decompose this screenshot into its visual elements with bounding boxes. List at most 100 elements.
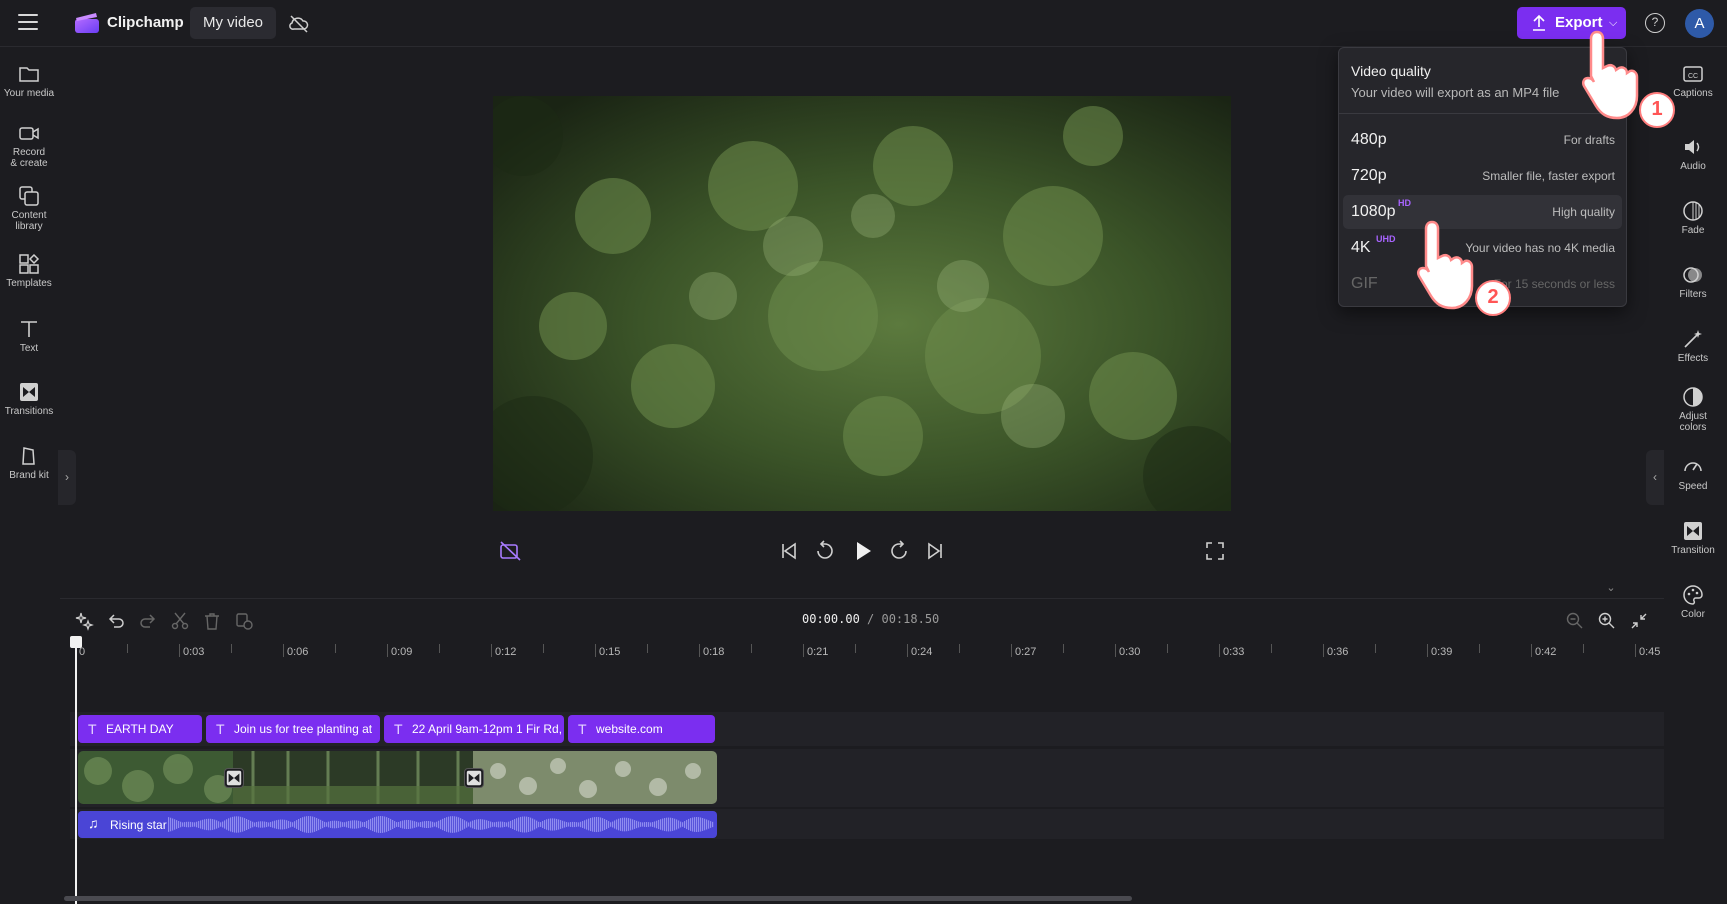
waveform-bar <box>412 820 414 829</box>
fullscreen-icon[interactable] <box>1202 538 1228 564</box>
sidebar-item-templates[interactable]: Templates <box>0 253 58 289</box>
waveform-bar <box>374 817 376 832</box>
sidebar-item-transitions[interactable]: Transitions <box>0 381 58 417</box>
text-clip[interactable]: T 22 April 9am-12pm 1 Fir Rd, <box>384 715 564 743</box>
ruler-tick <box>1427 644 1428 657</box>
play-icon[interactable] <box>850 538 876 564</box>
video-preview[interactable] <box>493 96 1231 511</box>
cloud-sync-off-icon[interactable] <box>288 13 310 35</box>
waveform-bar <box>586 819 588 830</box>
quality-option-720p[interactable]: 720p Smaller file, faster export <box>1343 159 1622 193</box>
waveform-bar <box>536 820 538 829</box>
waveform-bar <box>494 822 496 827</box>
waveform-bar <box>364 821 366 828</box>
waveform-bar <box>656 820 658 829</box>
sidebar-item-fade[interactable]: Fade <box>1664 200 1722 236</box>
sidebar-item-audio[interactable]: Audio <box>1664 136 1722 172</box>
waveform-bar <box>472 820 474 829</box>
waveform-bar <box>564 821 566 828</box>
timeline-toolbar: 00:00.00 / 00:18.50 <box>60 598 1664 640</box>
waveform-bar <box>632 819 634 830</box>
waveform-bar <box>690 818 692 831</box>
ruler-label: 0:36 <box>1327 646 1349 658</box>
transition-icon[interactable] <box>224 768 244 788</box>
waveform-bar <box>242 817 244 832</box>
quality-label: 480p <box>1351 131 1387 148</box>
waveform-bar <box>254 822 256 827</box>
quality-description: High quality <box>1552 205 1615 219</box>
skip-to-end-icon[interactable] <box>922 538 948 564</box>
sidebar-item-brand-kit[interactable]: Brand kit <box>0 445 58 481</box>
waveform-bar <box>624 817 626 832</box>
sidebar-item-speed[interactable]: Speed <box>1664 456 1722 492</box>
waveform-bar <box>688 818 690 831</box>
sidebar-item-adjust-colors[interactable]: Adjust colors <box>1664 386 1722 433</box>
waveform-bar <box>266 821 268 828</box>
ruler-label: 0:18 <box>703 646 725 658</box>
chevron-down-icon[interactable]: ⌄ <box>1602 581 1620 595</box>
waveform-bar <box>386 817 388 832</box>
timeline-ruler[interactable]: 0 0:03 0:06 0:09 0:12 0:15 0:18 0:21 0:24 0:27 0:3… <box>70 640 1664 666</box>
text-clip[interactable]: T Join us for tree planting at <box>206 715 380 743</box>
transitions-icon <box>20 383 38 401</box>
sidebar-item-record-create[interactable]: Record & create <box>0 122 58 169</box>
playhead-handle[interactable] <box>70 636 82 648</box>
hamburger-menu-icon[interactable] <box>18 14 38 32</box>
magic-edit-icon[interactable] <box>74 611 94 631</box>
delete-icon[interactable] <box>202 611 222 631</box>
text-clip[interactable]: Twebsite.com <box>568 715 715 743</box>
waveform-bar <box>210 818 212 831</box>
sidebar-item-transition[interactable]: Transition <box>1664 520 1722 556</box>
ruler-label: 0:45 <box>1639 646 1661 658</box>
project-name-field[interactable]: My video <box>190 7 277 39</box>
waveform-bar <box>440 819 442 830</box>
waveform-bar <box>188 821 190 828</box>
waveform-bar <box>174 819 176 830</box>
waveform-bar <box>250 820 252 829</box>
duplicate-icon[interactable] <box>234 611 254 631</box>
audio-clip[interactable]: ♫ Rising star <box>78 811 717 838</box>
zoom-out-icon[interactable] <box>1565 611 1585 631</box>
quality-option-480p[interactable]: 480p For drafts <box>1343 123 1622 157</box>
playhead[interactable] <box>75 637 77 904</box>
waveform-bar <box>512 819 514 830</box>
top-bar: Clipchamp My video Export ⌵ ? A <box>0 0 1727 47</box>
text-clip[interactable]: T EARTH DAY <box>78 715 202 743</box>
undo-icon[interactable] <box>106 611 126 631</box>
skip-to-start-icon[interactable] <box>776 538 802 564</box>
waveform-bar <box>430 821 432 828</box>
left-panel-expand-icon[interactable]: › <box>58 450 76 505</box>
waveform-bar <box>298 819 300 830</box>
transition-icon[interactable] <box>464 768 484 788</box>
sidebar-item-text[interactable]: Text <box>0 318 58 354</box>
scissors-icon[interactable] <box>170 611 190 631</box>
sidebar-item-your-media[interactable]: Your media <box>0 63 58 99</box>
waveform-bar <box>520 816 522 833</box>
waveform-bar <box>178 820 180 829</box>
magic-camera-off-icon[interactable] <box>498 538 524 564</box>
sidebar-item-filters[interactable]: Filters <box>1664 264 1722 300</box>
sidebar-item-label: Transitions <box>4 406 54 417</box>
waveform-bar <box>660 819 662 830</box>
forward-5s-icon[interactable] <box>886 538 912 564</box>
sidebar-item-content-library[interactable]: Content library <box>0 185 58 232</box>
waveform-bar <box>678 820 680 829</box>
sidebar-item-effects[interactable]: Effects <box>1664 328 1722 364</box>
ruler-label: 0:03 <box>183 646 205 658</box>
sidebar-item-color[interactable]: Color <box>1664 584 1722 620</box>
video-clip[interactable] <box>78 751 717 804</box>
sidebar-item-captions[interactable]: CC Captions <box>1664 63 1722 99</box>
rewind-5s-icon[interactable] <box>812 538 838 564</box>
redo-icon[interactable] <box>138 611 158 631</box>
zoom-in-icon[interactable] <box>1597 611 1617 631</box>
waveform-bar <box>694 817 696 832</box>
waveform-bar <box>368 819 370 830</box>
fit-timeline-icon[interactable] <box>1629 611 1649 631</box>
waveform-bar <box>300 818 302 831</box>
right-panel-collapse-icon[interactable]: ‹ <box>1646 450 1664 505</box>
waveform-bar <box>322 820 324 829</box>
waveform-bar <box>706 819 708 830</box>
waveform-bar <box>190 821 192 828</box>
avatar[interactable]: A <box>1685 9 1714 38</box>
timeline-scrollbar[interactable] <box>64 896 1132 901</box>
